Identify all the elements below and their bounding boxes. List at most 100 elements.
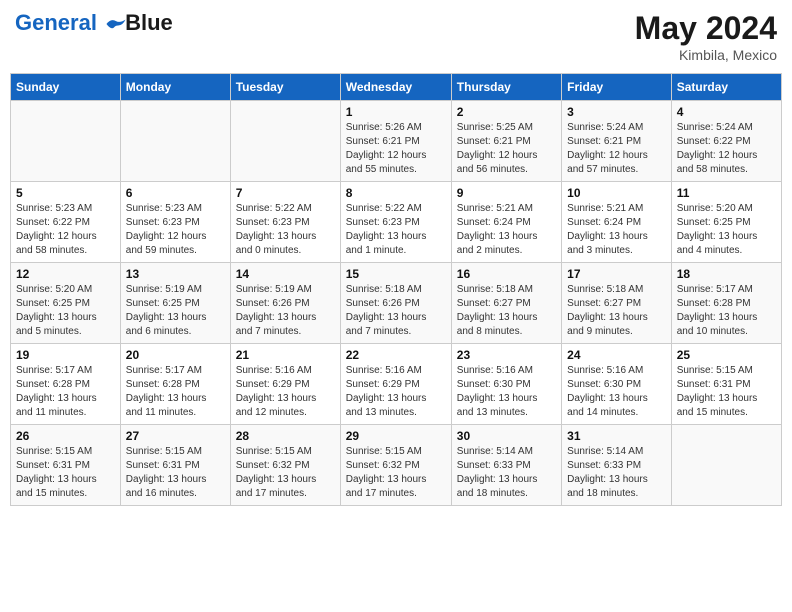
- calendar-table: SundayMondayTuesdayWednesdayThursdayFrid…: [10, 73, 782, 506]
- calendar-cell: 14 Sunrise: 5:19 AMSunset: 6:26 PMDayligh…: [230, 263, 340, 344]
- day-info: Sunrise: 5:17 AMSunset: 6:28 PMDaylight:…: [16, 364, 115, 420]
- day-info: Sunrise: 5:17 AMSunset: 6:28 PMDaylight:…: [126, 364, 225, 420]
- calendar-cell: [11, 101, 121, 182]
- day-info: Sunrise: 5:19 AMSunset: 6:25 PMDaylight:…: [126, 283, 225, 339]
- weekday-header-tuesday: Tuesday: [230, 74, 340, 101]
- day-info: Sunrise: 5:16 AMSunset: 6:29 PMDaylight:…: [346, 364, 446, 420]
- calendar-cell: 31Sunrise: 5:14 AMSunset: 6:33 PMDayligh…: [562, 425, 672, 506]
- logo-text: General: [15, 11, 127, 35]
- weekday-row: SundayMondayTuesdayWednesdayThursdayFrid…: [11, 74, 782, 101]
- calendar-cell: 8 Sunrise: 5:22 AMSunset: 6:23 PMDaylight…: [340, 182, 451, 263]
- day-number: 25: [677, 348, 776, 362]
- calendar-cell: 5 Sunrise: 5:23 AMSunset: 6:22 PMDaylight…: [11, 182, 121, 263]
- day-number: 21: [236, 348, 335, 362]
- day-info: Sunrise: 5:23 AMSunset: 6:22 PMDaylight:…: [16, 202, 115, 258]
- calendar-cell: 6 Sunrise: 5:23 AMSunset: 6:23 PMDaylight…: [120, 182, 230, 263]
- calendar-cell: 13 Sunrise: 5:19 AMSunset: 6:25 PMDayligh…: [120, 263, 230, 344]
- day-info: Sunrise: 5:24 AMSunset: 6:22 PMDaylight:…: [677, 121, 776, 177]
- month-year-title: May 2024: [635, 10, 777, 47]
- day-number: 13: [126, 267, 225, 281]
- day-number: 27: [126, 429, 225, 443]
- page-header: General Blue May 2024 Kimbila, Mexico: [10, 10, 782, 63]
- calendar-cell: 28 Sunrise: 5:15 AMSunset: 6:32 PMDayligh…: [230, 425, 340, 506]
- day-info: Sunrise: 5:25 AMSunset: 6:21 PMDaylight:…: [457, 121, 556, 177]
- day-number: 16: [457, 267, 556, 281]
- calendar-cell: 27 Sunrise: 5:15 AMSunset: 6:31 PMDayligh…: [120, 425, 230, 506]
- calendar-header: SundayMondayTuesdayWednesdayThursdayFrid…: [11, 74, 782, 101]
- weekday-header-wednesday: Wednesday: [340, 74, 451, 101]
- day-number: 6: [126, 186, 225, 200]
- day-info: Sunrise: 5:20 AMSunset: 6:25 PMDaylight:…: [16, 283, 115, 339]
- weekday-header-friday: Friday: [562, 74, 672, 101]
- day-number: 19: [16, 348, 115, 362]
- day-info: Sunrise: 5:18 AMSunset: 6:27 PMDaylight:…: [457, 283, 556, 339]
- calendar-cell: 23 Sunrise: 5:16 AMSunset: 6:30 PMDayligh…: [451, 344, 561, 425]
- day-info: Sunrise: 5:15 AMSunset: 6:31 PMDaylight:…: [126, 445, 225, 501]
- day-number: 22: [346, 348, 446, 362]
- calendar-cell: 9Sunrise: 5:21 AMSunset: 6:24 PMDaylight…: [451, 182, 561, 263]
- calendar-cell: 25 Sunrise: 5:15 AMSunset: 6:31 PMDayligh…: [671, 344, 781, 425]
- calendar-week-4: 19 Sunrise: 5:17 AMSunset: 6:28 PMDayligh…: [11, 344, 782, 425]
- calendar-cell: 22 Sunrise: 5:16 AMSunset: 6:29 PMDayligh…: [340, 344, 451, 425]
- day-info: Sunrise: 5:19 AMSunset: 6:26 PMDaylight:…: [236, 283, 335, 339]
- day-number: 14: [236, 267, 335, 281]
- day-number: 12: [16, 267, 115, 281]
- weekday-header-saturday: Saturday: [671, 74, 781, 101]
- day-info: Sunrise: 5:22 AMSunset: 6:23 PMDaylight:…: [346, 202, 446, 258]
- day-number: 26: [16, 429, 115, 443]
- day-info: Sunrise: 5:14 AMSunset: 6:33 PMDaylight:…: [567, 445, 666, 501]
- day-number: 8: [346, 186, 446, 200]
- day-info: Sunrise: 5:15 AMSunset: 6:32 PMDaylight:…: [236, 445, 335, 501]
- calendar-cell: 15Sunrise: 5:18 AMSunset: 6:26 PMDayligh…: [340, 263, 451, 344]
- day-number: 5: [16, 186, 115, 200]
- calendar-week-5: 26 Sunrise: 5:15 AMSunset: 6:31 PMDayligh…: [11, 425, 782, 506]
- calendar-cell: 30 Sunrise: 5:14 AMSunset: 6:33 PMDayligh…: [451, 425, 561, 506]
- calendar-cell: 16 Sunrise: 5:18 AMSunset: 6:27 PMDayligh…: [451, 263, 561, 344]
- calendar-cell: 11 Sunrise: 5:20 AMSunset: 6:25 PMDayligh…: [671, 182, 781, 263]
- calendar-cell: 21 Sunrise: 5:16 AMSunset: 6:29 PMDayligh…: [230, 344, 340, 425]
- location-subtitle: Kimbila, Mexico: [635, 47, 777, 63]
- logo-bird-icon: [105, 13, 127, 35]
- day-number: 28: [236, 429, 335, 443]
- day-info: Sunrise: 5:15 AMSunset: 6:31 PMDaylight:…: [677, 364, 776, 420]
- calendar-cell: 20Sunrise: 5:17 AMSunset: 6:28 PMDayligh…: [120, 344, 230, 425]
- day-number: 1: [346, 105, 446, 119]
- calendar-week-3: 12 Sunrise: 5:20 AMSunset: 6:25 PMDayligh…: [11, 263, 782, 344]
- day-info: Sunrise: 5:22 AMSunset: 6:23 PMDaylight:…: [236, 202, 335, 258]
- title-block: May 2024 Kimbila, Mexico: [635, 10, 777, 63]
- calendar-cell: [120, 101, 230, 182]
- calendar-cell: 18Sunrise: 5:17 AMSunset: 6:28 PMDayligh…: [671, 263, 781, 344]
- day-number: 24: [567, 348, 666, 362]
- day-info: Sunrise: 5:20 AMSunset: 6:25 PMDaylight:…: [677, 202, 776, 258]
- day-number: 3: [567, 105, 666, 119]
- day-info: Sunrise: 5:16 AMSunset: 6:30 PMDaylight:…: [457, 364, 556, 420]
- weekday-header-sunday: Sunday: [11, 74, 121, 101]
- calendar-cell: 19 Sunrise: 5:17 AMSunset: 6:28 PMDayligh…: [11, 344, 121, 425]
- day-number: 2: [457, 105, 556, 119]
- day-info: Sunrise: 5:21 AMSunset: 6:24 PMDaylight:…: [567, 202, 666, 258]
- day-info: Sunrise: 5:17 AMSunset: 6:28 PMDaylight:…: [677, 283, 776, 339]
- day-info: Sunrise: 5:18 AMSunset: 6:26 PMDaylight:…: [346, 283, 446, 339]
- calendar-week-2: 5 Sunrise: 5:23 AMSunset: 6:22 PMDaylight…: [11, 182, 782, 263]
- day-number: 30: [457, 429, 556, 443]
- day-number: 7: [236, 186, 335, 200]
- day-info: Sunrise: 5:16 AMSunset: 6:29 PMDaylight:…: [236, 364, 335, 420]
- logo: General Blue: [15, 10, 173, 36]
- day-info: Sunrise: 5:23 AMSunset: 6:23 PMDaylight:…: [126, 202, 225, 258]
- day-number: 23: [457, 348, 556, 362]
- day-info: Sunrise: 5:18 AMSunset: 6:27 PMDaylight:…: [567, 283, 666, 339]
- calendar-cell: [230, 101, 340, 182]
- day-info: Sunrise: 5:14 AMSunset: 6:33 PMDaylight:…: [457, 445, 556, 501]
- day-number: 11: [677, 186, 776, 200]
- weekday-header-thursday: Thursday: [451, 74, 561, 101]
- day-number: 10: [567, 186, 666, 200]
- calendar-cell: 10 Sunrise: 5:21 AMSunset: 6:24 PMDayligh…: [562, 182, 672, 263]
- day-number: 17: [567, 267, 666, 281]
- day-number: 9: [457, 186, 556, 200]
- calendar-cell: 2 Sunrise: 5:25 AMSunset: 6:21 PMDaylight…: [451, 101, 561, 182]
- weekday-header-monday: Monday: [120, 74, 230, 101]
- calendar-week-1: 1Sunrise: 5:26 AMSunset: 6:21 PMDaylight…: [11, 101, 782, 182]
- calendar-cell: 24Sunrise: 5:16 AMSunset: 6:30 PMDayligh…: [562, 344, 672, 425]
- calendar-cell: 1Sunrise: 5:26 AMSunset: 6:21 PMDaylight…: [340, 101, 451, 182]
- day-info: Sunrise: 5:24 AMSunset: 6:21 PMDaylight:…: [567, 121, 666, 177]
